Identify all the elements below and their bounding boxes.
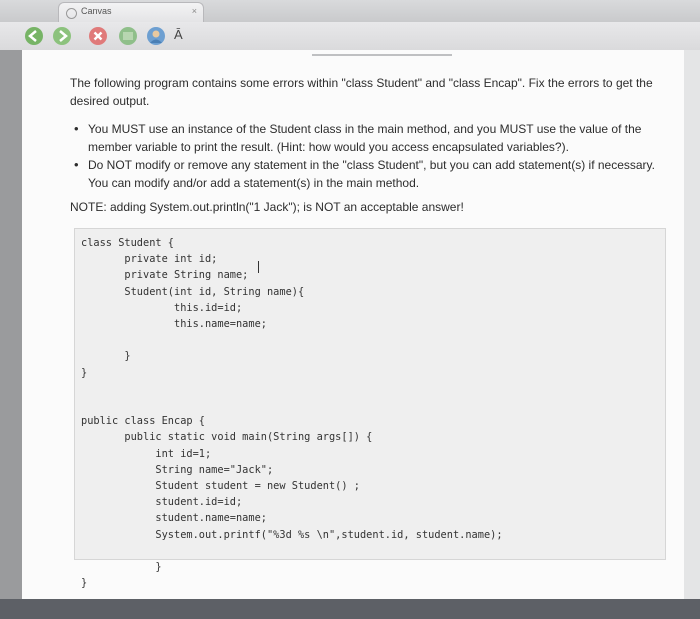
toolbar: Ā [0,22,700,50]
code-line: private int id; [81,253,218,266]
note: NOTE: adding System.out.println("1 Jack"… [70,200,464,214]
bottom-bar [0,599,700,619]
code-line: student.id=id; [81,496,243,509]
forward-icon [53,27,71,45]
text-button[interactable]: Ā [174,27,183,42]
code-line: } [81,577,88,590]
tab-title: Canvas [81,6,112,16]
close-icon [89,27,107,45]
code-line: Student(int id, String name){ [81,285,305,298]
text-cursor [258,261,259,273]
code-line: public class Encap { [81,415,205,428]
back-button[interactable] [24,26,44,46]
code-line: this.name=name; [81,318,267,331]
tab-strip: Canvas × [0,0,700,22]
divider [312,54,452,56]
extension-icon [119,27,137,45]
favicon-icon [66,8,77,19]
code-line: } [81,350,131,363]
code-line: student.name=name; [81,512,267,525]
code-text: class Student { private int id; private … [81,235,503,591]
profile-button[interactable] [146,26,166,46]
code-line: String name="Jack"; [81,463,274,476]
code-line: System.out.printf("%3d %s \n",student.id… [81,528,503,541]
code-line: this.id=id; [81,301,243,314]
extension-button[interactable] [118,26,138,46]
code-line: int id=1; [81,447,212,460]
code-line: class Student { [81,237,174,249]
question-text: The following program contains some erro… [70,74,670,216]
requirements-list: You MUST use an instance of the Student … [70,120,670,192]
code-line: public static void main(String args[]) { [81,431,373,444]
tab-close-button[interactable]: × [192,6,197,16]
forward-button[interactable] [52,26,72,46]
browser-tab[interactable]: Canvas × [58,2,204,22]
back-icon [25,27,43,45]
code-line: Student student = new Student() ; [81,480,360,493]
code-block: class Student { private int id; private … [74,228,666,589]
page-content: The following program contains some erro… [22,50,684,599]
code-line: } [81,366,88,379]
globe-icon [147,27,165,45]
code-line: private String name; [81,269,249,282]
requirement-item: Do NOT modify or remove any statement in… [74,156,670,192]
requirement-item: You MUST use an instance of the Student … [74,120,670,156]
question-intro: The following program contains some erro… [70,76,653,108]
scrollbar-track[interactable] [684,50,700,599]
code-line: } [81,561,162,574]
stop-button[interactable] [88,26,108,46]
